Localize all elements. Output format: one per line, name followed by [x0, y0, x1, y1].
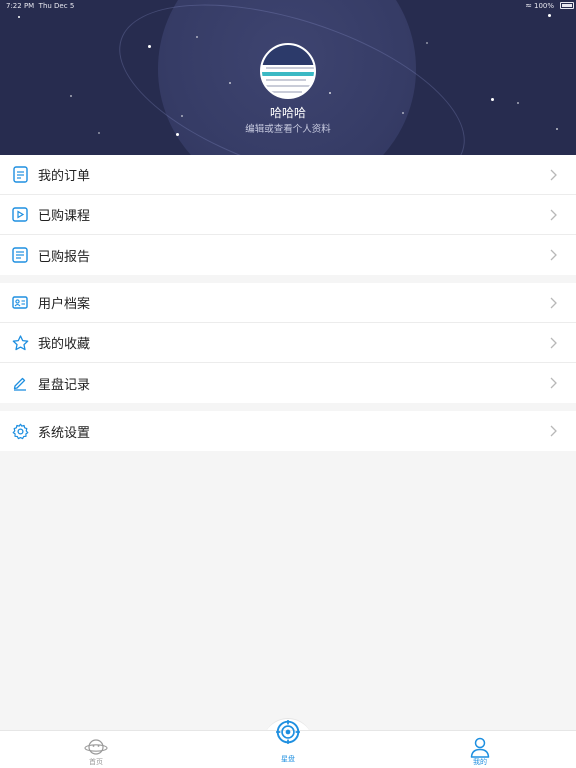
menu-item-label: 我的订单	[38, 169, 91, 184]
menu-item-favorites[interactable]: 我的收藏	[0, 323, 576, 363]
tab-label: 首页	[89, 758, 103, 766]
star-decoration	[329, 92, 331, 94]
status-time: 7:22 PM Thu Dec 5	[6, 2, 75, 10]
star-decoration	[18, 16, 20, 18]
user-icon	[470, 737, 490, 758]
battery-percent: 100%	[533, 2, 554, 10]
menu-item-label: 系统设置	[38, 425, 91, 441]
gear-icon	[11, 422, 29, 440]
tab-astrolabe[interactable]: 星盘	[248, 720, 328, 768]
menu-group-orders: 我的订单 已购课程 已购报告	[0, 155, 576, 275]
chevron-right-icon	[550, 377, 557, 389]
tab-home[interactable]: 首页	[56, 731, 136, 768]
astrolabe-icon	[276, 720, 300, 744]
star-decoration	[229, 82, 231, 84]
star-decoration	[196, 36, 198, 38]
chevron-right-icon	[550, 249, 557, 261]
home-planet-icon	[84, 739, 108, 755]
menu-item-courses[interactable]: 已购课程	[0, 195, 576, 235]
chevron-right-icon	[550, 169, 557, 181]
battery-icon	[560, 2, 574, 9]
status-bar: 7:22 PM Thu Dec 5 ≈ 100%	[0, 0, 576, 12]
profile-header: 7:22 PM Thu Dec 5 ≈ 100% 哈哈哈 编辑或查看个人资料	[0, 0, 576, 155]
star-decoration	[426, 42, 428, 44]
order-icon	[11, 166, 29, 184]
star-decoration	[148, 45, 151, 48]
menu-item-reports[interactable]: 已购报告	[0, 235, 576, 275]
star-decoration	[70, 95, 72, 97]
menu-item-label: 已购课程	[38, 209, 91, 224]
menu-item-settings[interactable]: 系统设置	[0, 411, 576, 451]
tab-bar: 首页 星盘 我的	[0, 720, 576, 768]
chevron-right-icon	[550, 337, 557, 349]
chevron-right-icon	[550, 297, 557, 309]
pencil-icon	[11, 374, 29, 392]
star-icon	[11, 334, 29, 352]
tab-label: 我的	[473, 758, 487, 766]
menu-item-label: 已购报告	[38, 249, 91, 265]
menu-group-profile: 用户档案 我的收藏 星盘记录	[0, 283, 576, 403]
star-decoration	[548, 14, 551, 17]
menu-group-settings: 系统设置	[0, 411, 576, 451]
tab-label: 星盘	[281, 755, 295, 763]
menu-item-label: 我的收藏	[38, 337, 91, 352]
chevron-right-icon	[550, 425, 557, 437]
menu-item-chart-records[interactable]: 星盘记录	[0, 363, 576, 403]
menu-item-label: 用户档案	[38, 297, 91, 312]
chevron-right-icon	[550, 209, 557, 221]
menu-item-orders[interactable]: 我的订单	[0, 155, 576, 195]
profile-card-icon	[11, 294, 29, 312]
star-decoration	[491, 98, 494, 101]
wifi-icon: ≈	[525, 1, 532, 10]
report-icon	[11, 246, 29, 264]
menu-item-user-profile[interactable]: 用户档案	[0, 283, 576, 323]
video-icon	[11, 206, 29, 224]
tab-mine[interactable]: 我的	[440, 731, 520, 768]
profile-hint[interactable]: 编辑或查看个人资料	[0, 121, 576, 135]
avatar[interactable]	[260, 43, 316, 99]
username[interactable]: 哈哈哈	[0, 104, 576, 121]
menu-item-label: 星盘记录	[38, 377, 91, 393]
